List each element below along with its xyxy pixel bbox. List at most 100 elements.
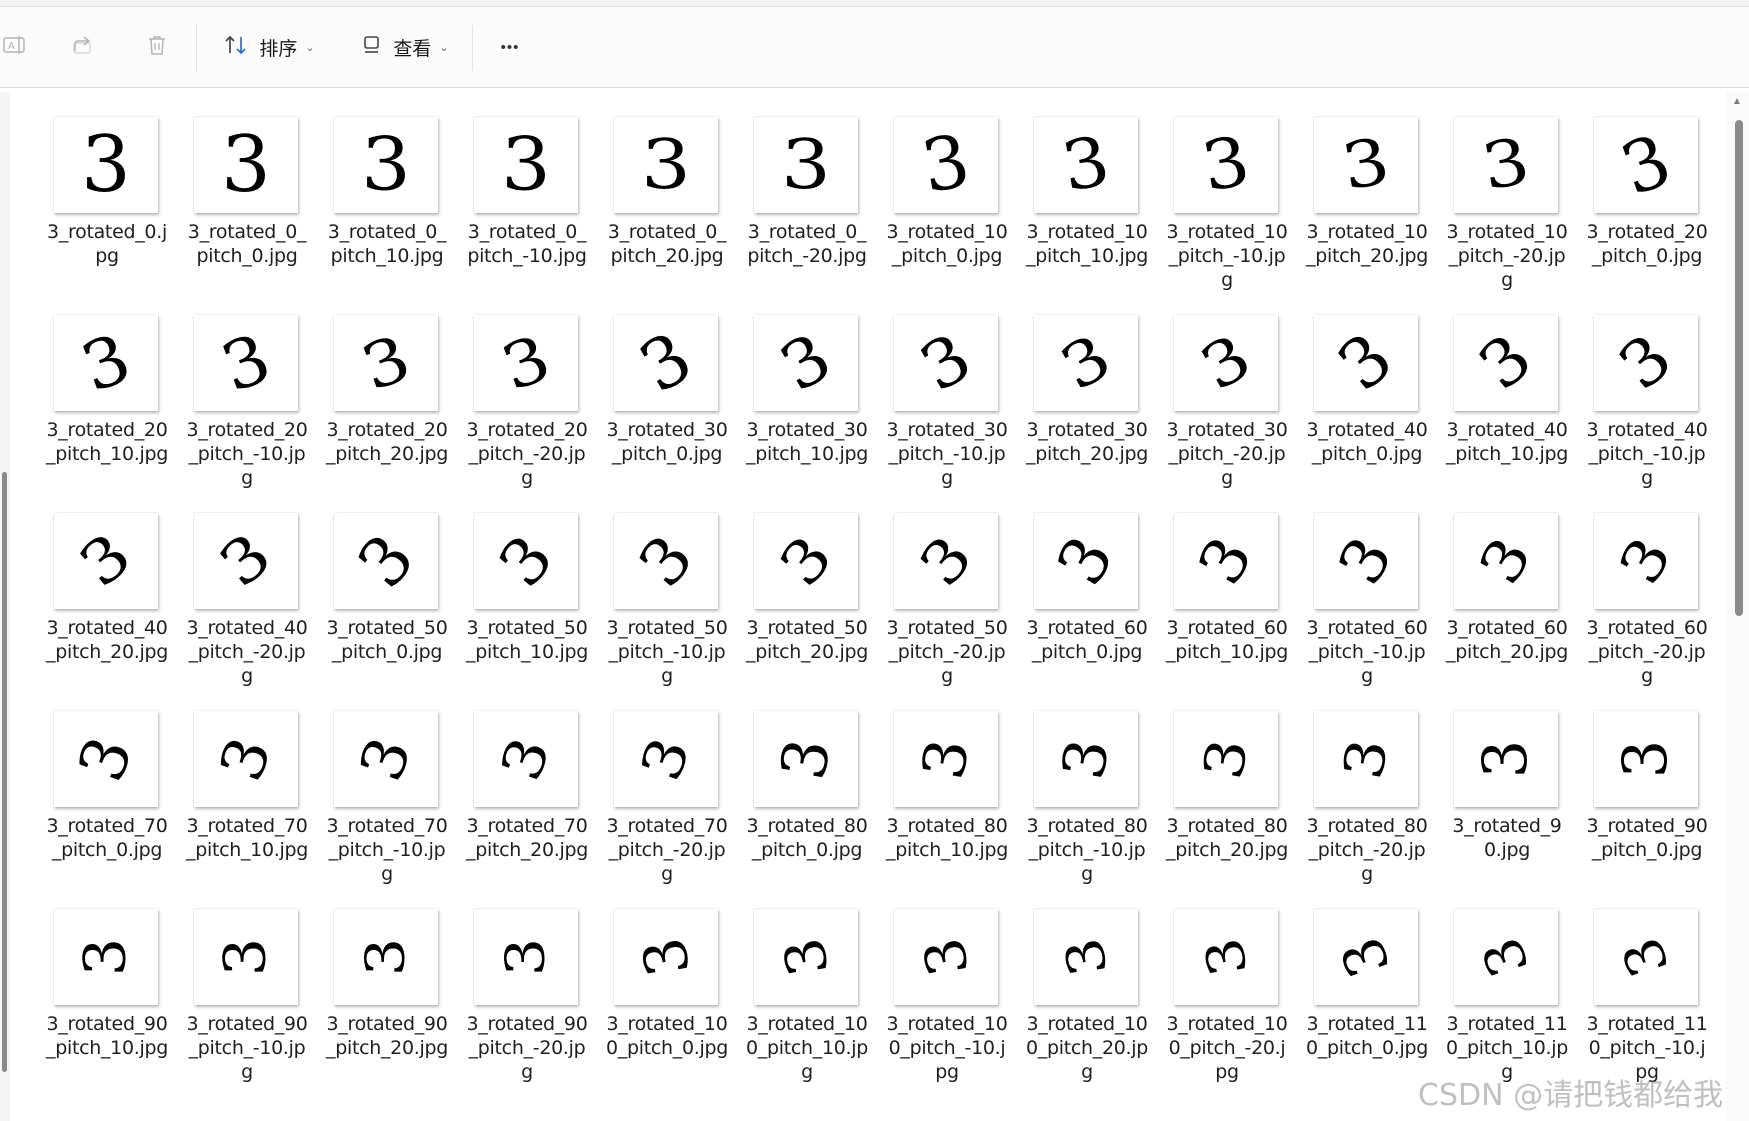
file-item[interactable]: 3 3_rotated_70_pitch_0.jpg bbox=[42, 704, 182, 902]
file-name: 3_rotated_100_pitch_20.jpg bbox=[1025, 1013, 1149, 1083]
more-icon: ••• bbox=[500, 38, 520, 56]
file-item[interactable]: 3 3_rotated_60_pitch_-20.jpg bbox=[1582, 506, 1722, 704]
file-item[interactable]: 3 3_rotated_80_pitch_10.jpg bbox=[882, 704, 1022, 902]
digit-three-glyph: 3 bbox=[71, 318, 141, 408]
file-item[interactable]: 3 3_rotated_100_pitch_10.jpg bbox=[742, 902, 882, 1100]
file-item[interactable]: 3 3_rotated_50_pitch_-20.jpg bbox=[882, 506, 1022, 704]
file-item[interactable]: 3 3_rotated_30_pitch_20.jpg bbox=[1022, 308, 1162, 506]
file-item[interactable]: 3 3_rotated_0.jpg bbox=[42, 110, 182, 308]
scroll-up-arrow-icon[interactable]: ▲ bbox=[1732, 96, 1742, 107]
file-item[interactable]: 3 3_rotated_20_pitch_20.jpg bbox=[322, 308, 462, 506]
file-item[interactable]: 3 3_rotated_40_pitch_20.jpg bbox=[42, 506, 182, 704]
file-name: 3_rotated_0_pitch_-10.jpg bbox=[467, 221, 587, 267]
digit-three-glyph: 3 bbox=[66, 520, 145, 602]
file-item[interactable]: 3 3_rotated_40_pitch_-20.jpg bbox=[182, 506, 322, 704]
file-item[interactable]: 3 3_rotated_20_pitch_-10.jpg bbox=[182, 308, 322, 506]
file-thumbnail: 3 bbox=[194, 909, 298, 1005]
sort-button[interactable]: 排序 ⌄ bbox=[214, 7, 324, 87]
file-thumbnail: 3 bbox=[1594, 513, 1698, 609]
file-item[interactable]: 3 3_rotated_70_pitch_-20.jpg bbox=[602, 704, 742, 902]
file-item[interactable]: 3 3_rotated_30_pitch_-10.jpg bbox=[882, 308, 1022, 506]
digit-three-glyph: 3 bbox=[1467, 526, 1545, 596]
file-thumbnail: 3 bbox=[1594, 909, 1698, 1005]
more-options-button[interactable]: ••• bbox=[488, 7, 532, 87]
trash-icon bbox=[145, 33, 169, 62]
file-item[interactable]: 3 3_rotated_90_pitch_10.jpg bbox=[42, 902, 182, 1100]
file-item[interactable]: 3 3_rotated_40_pitch_0.jpg bbox=[1302, 308, 1442, 506]
digit-three-glyph: 3 bbox=[1052, 933, 1120, 981]
file-item[interactable]: 3 3_rotated_70_pitch_20.jpg bbox=[462, 704, 602, 902]
digit-three-glyph: 3 bbox=[905, 522, 986, 600]
scrollbar-thumb[interactable] bbox=[1735, 120, 1743, 616]
chevron-down-icon: ⌄ bbox=[439, 41, 449, 54]
file-item[interactable]: 3 3_rotated_20_pitch_0.jpg bbox=[1582, 110, 1722, 308]
file-item[interactable]: 3 3_rotated_0_pitch_10.jpg bbox=[322, 110, 462, 308]
file-item[interactable]: 3 3_rotated_90_pitch_20.jpg bbox=[322, 902, 462, 1100]
file-item[interactable]: 3 3_rotated_10_pitch_10.jpg bbox=[1022, 110, 1162, 308]
file-name: 3_rotated_50_pitch_20.jpg bbox=[746, 617, 868, 663]
file-item[interactable]: 3 3_rotated_0_pitch_-20.jpg bbox=[742, 110, 882, 308]
rename-button[interactable]: A bbox=[0, 7, 30, 87]
file-item[interactable]: 3 3_rotated_60_pitch_0.jpg bbox=[1022, 506, 1162, 704]
delete-button[interactable] bbox=[136, 7, 178, 87]
file-name: 3_rotated_10_pitch_-20.jpg bbox=[1446, 221, 1568, 291]
view-button[interactable]: 查看 ⌄ bbox=[350, 7, 460, 87]
file-item[interactable]: 3 3_rotated_80_pitch_0.jpg bbox=[742, 704, 882, 902]
file-item[interactable]: 3 3_rotated_0_pitch_-10.jpg bbox=[462, 110, 602, 308]
file-item[interactable]: 3 3_rotated_90_pitch_0.jpg bbox=[1582, 704, 1722, 902]
file-item[interactable]: 3 3_rotated_0_pitch_0.jpg bbox=[182, 110, 322, 308]
file-item[interactable]: 3 3_rotated_100_pitch_-20.jpg bbox=[1162, 902, 1302, 1100]
file-item[interactable]: 3 3_rotated_50_pitch_0.jpg bbox=[322, 506, 462, 704]
file-item[interactable]: 3 3_rotated_80_pitch_-20.jpg bbox=[1302, 704, 1442, 902]
file-item[interactable]: 3 3_rotated_70_pitch_-10.jpg bbox=[322, 704, 462, 902]
file-item[interactable]: 3 3_rotated_70_pitch_10.jpg bbox=[182, 704, 322, 902]
file-name: 3_rotated_20_pitch_-10.jpg bbox=[186, 419, 308, 489]
file-item[interactable]: 3 3_rotated_100_pitch_20.jpg bbox=[1022, 902, 1162, 1100]
file-name: 3_rotated_50_pitch_-10.jpg bbox=[606, 617, 728, 687]
file-item[interactable]: 3 3_rotated_10_pitch_-20.jpg bbox=[1442, 110, 1582, 308]
file-name: 3_rotated_50_pitch_10.jpg bbox=[466, 617, 588, 663]
file-item[interactable]: 3 3_rotated_40_pitch_10.jpg bbox=[1442, 308, 1582, 506]
file-item[interactable]: 3 3_rotated_30_pitch_0.jpg bbox=[602, 308, 742, 506]
svg-text:A: A bbox=[8, 41, 15, 52]
file-item[interactable]: 3 3_rotated_40_pitch_-10.jpg bbox=[1582, 308, 1722, 506]
file-item[interactable]: 3 3_rotated_50_pitch_-10.jpg bbox=[602, 506, 742, 704]
file-thumbnail: 3 bbox=[614, 909, 718, 1005]
scrollbar-thumb[interactable] bbox=[2, 472, 7, 1072]
file-item[interactable]: 3 3_rotated_100_pitch_-10.jpg bbox=[882, 902, 1022, 1100]
file-item[interactable]: 3 3_rotated_30_pitch_-20.jpg bbox=[1162, 308, 1302, 506]
file-item[interactable]: 3 3_rotated_50_pitch_20.jpg bbox=[742, 506, 882, 704]
file-item[interactable]: 3 3_rotated_90_pitch_-20.jpg bbox=[462, 902, 602, 1100]
file-thumbnail: 3 bbox=[474, 117, 578, 213]
file-item[interactable]: 3 3_rotated_60_pitch_20.jpg bbox=[1442, 506, 1582, 704]
file-item[interactable]: 3 3_rotated_10_pitch_20.jpg bbox=[1302, 110, 1442, 308]
digit-three-glyph: 3 bbox=[1188, 320, 1263, 405]
file-item[interactable]: 3 3_rotated_100_pitch_0.jpg bbox=[602, 902, 742, 1100]
file-item[interactable]: 3 3_rotated_80_pitch_-10.jpg bbox=[1022, 704, 1162, 902]
vertical-scrollbar[interactable]: ▲ bbox=[1726, 92, 1749, 1121]
digit-three-glyph: 3 bbox=[212, 937, 279, 977]
file-item[interactable]: 3 3_rotated_30_pitch_10.jpg bbox=[742, 308, 882, 506]
file-item[interactable]: 3 3_rotated_90.jpg bbox=[1442, 704, 1582, 902]
digit-three-glyph: 3 bbox=[915, 119, 976, 211]
digit-three-glyph: 3 bbox=[361, 122, 411, 208]
digit-three-glyph: 3 bbox=[1336, 124, 1396, 206]
file-item[interactable]: 3 3_rotated_80_pitch_20.jpg bbox=[1162, 704, 1302, 902]
file-thumbnail: 3 bbox=[54, 909, 158, 1005]
file-thumbnail: 3 bbox=[194, 711, 298, 807]
file-item[interactable]: 3 3_rotated_20_pitch_10.jpg bbox=[42, 308, 182, 506]
navigation-pane-scrollbar[interactable] bbox=[0, 92, 10, 1121]
file-item[interactable]: 3 3_rotated_90_pitch_-10.jpg bbox=[182, 902, 322, 1100]
file-grid: 3 3_rotated_0.jpg 3 3_rotated_0_pitch_0.jpg… bbox=[42, 110, 1722, 1121]
file-item[interactable]: 3 3_rotated_10_pitch_-10.jpg bbox=[1162, 110, 1302, 308]
file-item[interactable]: 3 3_rotated_50_pitch_10.jpg bbox=[462, 506, 602, 704]
digit-three-glyph: 3 bbox=[907, 318, 985, 407]
file-item[interactable]: 3 3_rotated_20_pitch_-20.jpg bbox=[462, 308, 602, 506]
file-item[interactable]: 3 3_rotated_60_pitch_10.jpg bbox=[1162, 506, 1302, 704]
file-name: 3_rotated_30_pitch_0.jpg bbox=[606, 419, 728, 465]
file-item[interactable]: 3 3_rotated_10_pitch_0.jpg bbox=[882, 110, 1022, 308]
share-button[interactable] bbox=[62, 7, 104, 87]
file-item[interactable]: 3 3_rotated_60_pitch_-10.jpg bbox=[1302, 506, 1442, 704]
file-name: 3_rotated_20_pitch_-20.jpg bbox=[466, 419, 588, 489]
file-item[interactable]: 3 3_rotated_0_pitch_20.jpg bbox=[602, 110, 742, 308]
